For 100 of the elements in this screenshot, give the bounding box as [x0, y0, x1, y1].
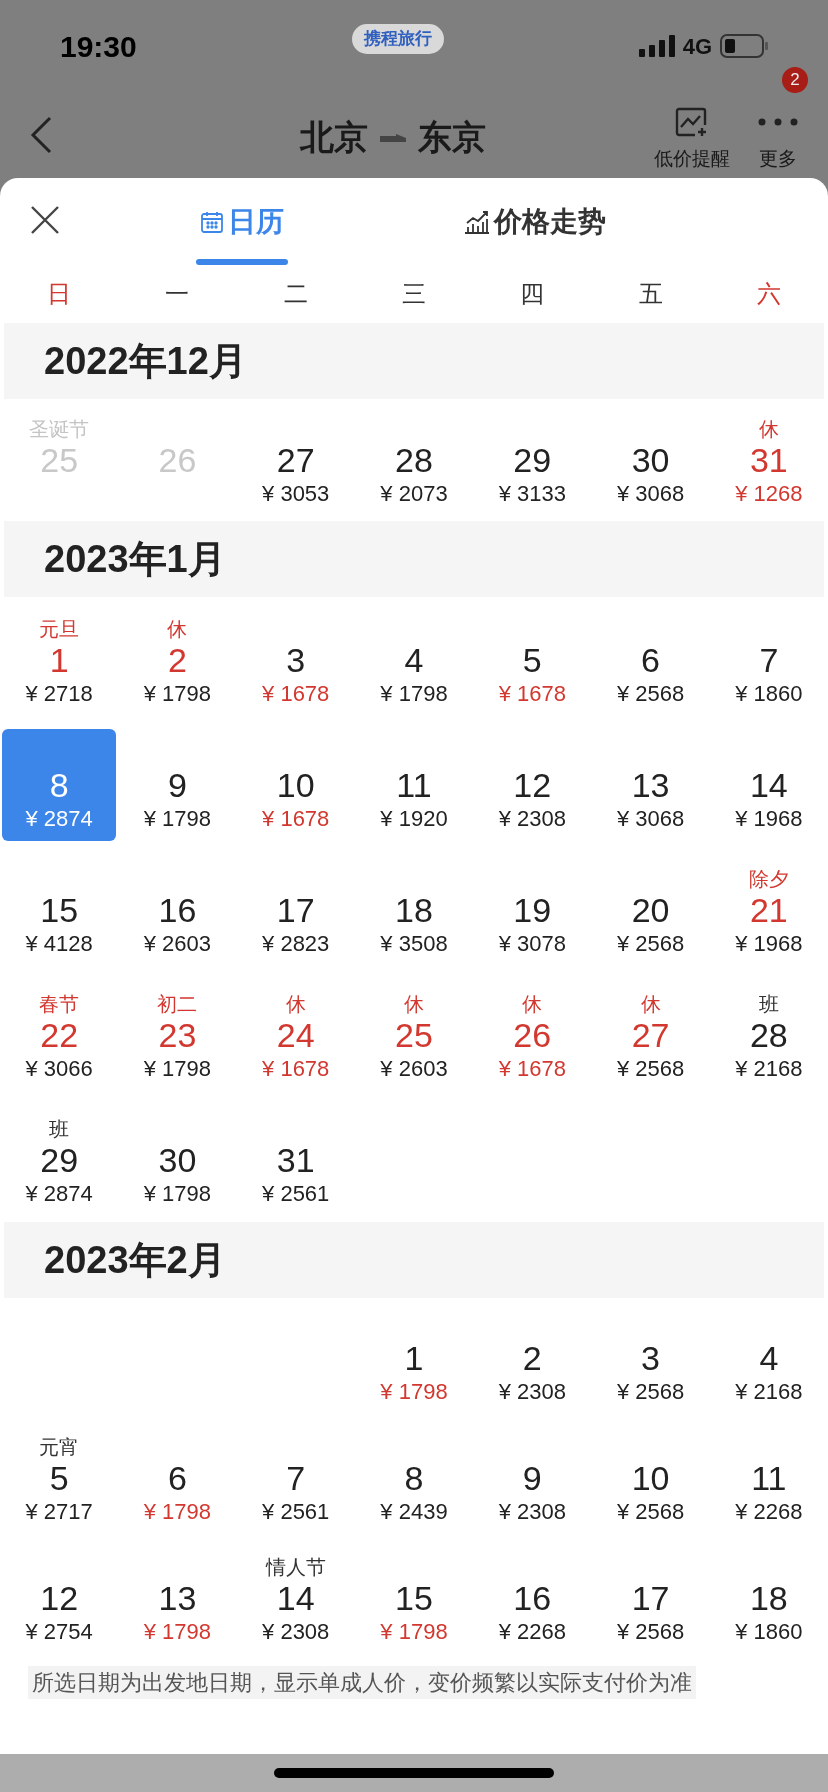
day-label: 除夕: [748, 868, 789, 889]
day-price: ¥ 2561: [262, 1180, 330, 1206]
day-cell[interactable]: 休 25 ¥ 2603: [357, 978, 471, 1091]
day-cell[interactable]: 元旦 1 ¥ 2718: [2, 603, 117, 716]
day-label: 休: [640, 993, 661, 1014]
day-label: 圣诞节: [29, 419, 90, 439]
day-cell[interactable]: 12 ¥ 2754: [2, 1542, 117, 1654]
selected-day-cell[interactable]: 8 ¥ 2874: [2, 728, 117, 841]
day-cell[interactable]: 春节 22 ¥ 3066: [2, 978, 117, 1091]
weekday-label: 六: [756, 279, 781, 309]
day-cell[interactable]: 休 2 ¥ 1798: [120, 603, 235, 716]
day-cell[interactable]: 10 ¥ 2568: [593, 1422, 708, 1534]
day-cell[interactable]: 28 ¥ 2073: [357, 404, 471, 516]
day-cell[interactable]: 16 ¥ 2268: [475, 1542, 590, 1654]
day-cell[interactable]: 17 ¥ 2568: [593, 1542, 708, 1654]
day-cell[interactable]: 4 ¥ 2168: [711, 1302, 826, 1414]
day-cell[interactable]: 9 ¥ 1798: [120, 728, 235, 841]
day-cell[interactable]: 1 ¥ 1798: [357, 1302, 471, 1414]
day-cell[interactable]: 20 ¥ 2568: [593, 853, 708, 966]
day-cell[interactable]: 4 ¥ 1798: [357, 603, 471, 716]
day-number: 4: [404, 639, 424, 681]
day-cell[interactable]: 5 ¥ 1678: [475, 603, 590, 716]
weekday-label: 二: [283, 279, 308, 309]
day-cell[interactable]: 元宵 5 ¥ 2717: [2, 1422, 117, 1534]
day-number: 25: [395, 1014, 433, 1056]
day-cell[interactable]: 班 29 ¥ 2874: [2, 1103, 117, 1216]
day-cell[interactable]: 18 ¥ 3508: [357, 853, 471, 966]
network-label: 4G: [682, 32, 712, 61]
day-cell[interactable]: 3 ¥ 1678: [238, 603, 353, 716]
tab[interactable]: 价格走势: [464, 178, 606, 265]
day-cell[interactable]: 17 ¥ 2823: [238, 853, 353, 966]
day-price: ¥ 3068: [616, 481, 685, 506]
day-cell[interactable]: 8 ¥ 2439: [357, 1422, 471, 1534]
day-number: 29: [513, 440, 552, 481]
day-cell[interactable]: 11 ¥ 2268: [711, 1422, 826, 1534]
day-price: ¥ 2568: [616, 1499, 685, 1524]
day-cell[interactable]: 29 ¥ 3133: [475, 404, 590, 516]
day-number: 15: [395, 1578, 433, 1619]
day-price: ¥ 2439: [380, 1499, 448, 1524]
chart-plus-icon: [675, 106, 709, 137]
day-number: 21: [749, 889, 788, 931]
day-cell[interactable]: 休 26 ¥ 1678: [475, 978, 590, 1091]
day-number: 16: [158, 889, 197, 931]
day-label: 休: [167, 618, 188, 639]
close-icon[interactable]: [30, 205, 60, 235]
price-alert-button[interactable]: 低价提醒: [654, 106, 730, 174]
day-cell[interactable]: 19 ¥ 3078: [475, 853, 590, 966]
day-number: 13: [158, 1578, 197, 1619]
day-cell[interactable]: 14 ¥ 1968: [711, 728, 826, 841]
day-number: 1: [49, 639, 69, 681]
day-cell[interactable]: 18 ¥ 1860: [711, 1542, 826, 1654]
day-cell[interactable]: 12 ¥ 2308: [475, 728, 590, 841]
day-cell[interactable]: 31 ¥ 2561: [238, 1103, 353, 1216]
day-number: 27: [276, 440, 315, 481]
day-cell[interactable]: 16 ¥ 2603: [120, 853, 235, 966]
day-cell[interactable]: 7 ¥ 2561: [238, 1422, 353, 1534]
day-cell[interactable]: 15 ¥ 1798: [357, 1542, 471, 1654]
day-cell[interactable]: 班 28 ¥ 2168: [711, 978, 826, 1091]
day-cell[interactable]: 13 ¥ 1798: [120, 1542, 235, 1654]
day-cell[interactable]: 6 ¥ 2568: [593, 603, 708, 716]
day-number: 6: [641, 639, 660, 681]
day-price: ¥ 1860: [735, 1619, 803, 1644]
day-cell[interactable]: 30 ¥ 1798: [120, 1103, 235, 1216]
day-cell[interactable]: 10 ¥ 1678: [238, 728, 353, 841]
day-cell[interactable]: 除夕 21 ¥ 1968: [711, 853, 826, 966]
day-cell[interactable]: 6 ¥ 1798: [120, 1422, 235, 1534]
day-cell[interactable]: 休 27 ¥ 2568: [593, 978, 708, 1091]
day-price: ¥ 2568: [616, 1619, 685, 1644]
day-cell[interactable]: 13 ¥ 3068: [593, 728, 708, 841]
day-number: 19: [513, 889, 552, 931]
day-price: ¥ 1968: [735, 805, 803, 831]
day-number: 13: [631, 764, 670, 806]
day-label: 春节: [39, 993, 80, 1014]
day-number: 27: [631, 1014, 670, 1056]
bar-chart-icon: [464, 209, 490, 234]
day-number: 11: [396, 764, 432, 806]
weekday-label: 五: [638, 279, 663, 309]
day-cell[interactable]: 27 ¥ 3053: [238, 404, 353, 516]
day-price: ¥ 2308: [498, 1499, 566, 1524]
day-label: 休: [285, 993, 306, 1014]
day-price: ¥ 2568: [616, 680, 685, 706]
day-cell[interactable]: 9 ¥ 2308: [475, 1422, 590, 1534]
day-number: 30: [631, 440, 670, 481]
day-cell[interactable]: 11 ¥ 1920: [357, 728, 471, 841]
day-cell[interactable]: 休 24 ¥ 1678: [238, 978, 353, 1091]
day-cell[interactable]: 3 ¥ 2568: [593, 1302, 708, 1414]
day-cell[interactable]: 2 ¥ 2308: [475, 1302, 590, 1414]
day-price: ¥ 1798: [380, 1379, 448, 1404]
back-icon[interactable]: [30, 116, 52, 154]
day-cell[interactable]: 7 ¥ 1860: [711, 603, 826, 716]
day-cell[interactable]: 15 ¥ 4128: [2, 853, 117, 966]
day-cell[interactable]: 初二 23 ¥ 1798: [120, 978, 235, 1091]
day-price: ¥ 1268: [735, 481, 803, 506]
day-price: ¥ 2168: [735, 1055, 803, 1081]
day-price: ¥ 2268: [735, 1499, 803, 1524]
day-cell[interactable]: 30 ¥ 3068: [593, 404, 708, 516]
day-cell[interactable]: 休 31 ¥ 1268: [711, 404, 826, 516]
day-number: 29: [40, 1139, 79, 1181]
day-number: 10: [631, 1458, 670, 1499]
day-cell[interactable]: 情人节 14 ¥ 2308: [238, 1542, 353, 1654]
